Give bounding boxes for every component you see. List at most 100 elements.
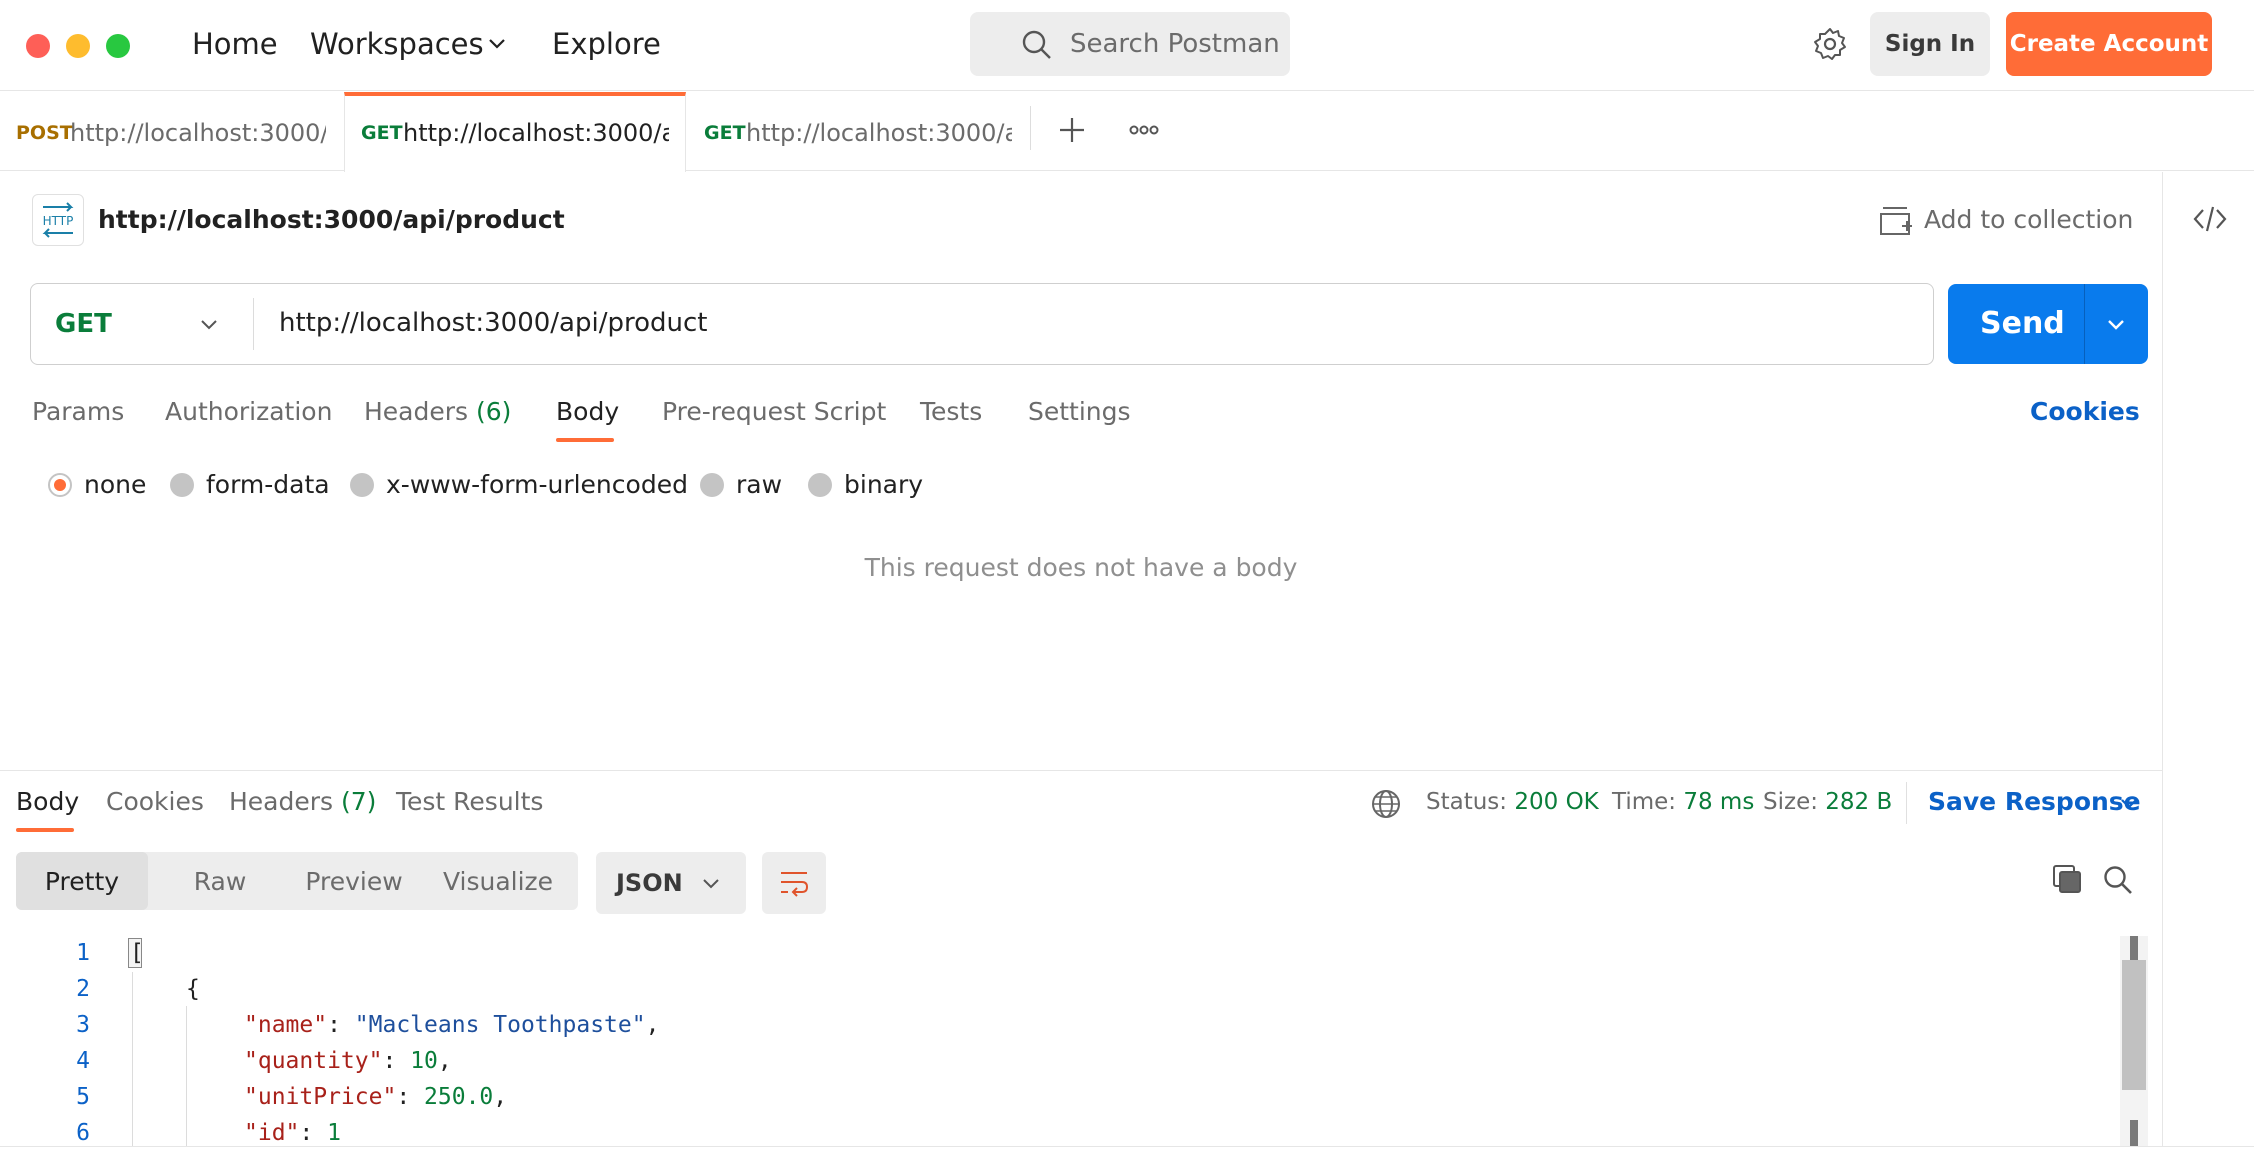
indent-guide [132, 972, 133, 1148]
json-key: "id" [244, 1120, 300, 1146]
chevron-down-icon[interactable] [197, 312, 221, 336]
url-separator [253, 298, 254, 350]
response-tab-headers[interactable]: Headers (7) [229, 786, 376, 818]
view-pretty[interactable]: Pretty [16, 852, 148, 910]
send-button[interactable]: Send [1948, 284, 2148, 364]
right-sidebar [2162, 172, 2254, 1166]
send-label: Send [1980, 306, 2065, 341]
search-icon [1022, 30, 1051, 59]
code-line[interactable]: "name": "Macleans Toothpaste", [244, 1010, 659, 1040]
send-separator [2084, 284, 2085, 364]
search-icon[interactable] [2102, 864, 2134, 896]
tab-method: POST [16, 122, 73, 144]
response-tab-test-results[interactable]: Test Results [396, 786, 543, 818]
tab-url: http://localhost:3000/api/ [746, 119, 1012, 147]
copy-icon[interactable] [2050, 862, 2084, 896]
close-window-button[interactable] [26, 34, 50, 58]
nav-home[interactable]: Home [192, 24, 278, 64]
code-line[interactable]: "unitPrice": 250.0, [244, 1082, 507, 1112]
method-select[interactable]: GET [55, 307, 112, 341]
globe-icon[interactable] [1370, 788, 1402, 820]
scrollbar-thumb[interactable] [2122, 960, 2146, 1090]
code-line[interactable]: "id": 1 [244, 1118, 341, 1148]
view-visualize[interactable]: Visualize [424, 852, 572, 910]
request-tab[interactable]: POST http://localhost:3000/api [0, 92, 340, 171]
search-input[interactable]: Search Postman [970, 12, 1290, 76]
view-preview[interactable]: Preview [288, 852, 420, 910]
json-number: 10 [410, 1048, 438, 1074]
response-time[interactable]: Time: 78 ms [1612, 786, 1754, 818]
save-response-button[interactable]: Save Response [1928, 786, 2141, 818]
sign-in-button[interactable]: Sign In [1870, 12, 1990, 76]
more-icon[interactable] [1128, 114, 1160, 146]
tab-tests[interactable]: Tests [920, 396, 982, 428]
json-number: 1 [327, 1120, 341, 1146]
request-title[interactable]: http://localhost:3000/api/product [98, 204, 565, 236]
time-label: Time: [1612, 789, 1677, 815]
tab-headers[interactable]: Headers (6) [364, 396, 511, 428]
request-tab-bar: POST http://localhost:3000/api GET http:… [0, 92, 2254, 172]
response-divider[interactable] [0, 770, 2162, 771]
view-raw[interactable]: Raw [156, 852, 284, 910]
indent-guide [186, 1006, 187, 1148]
code-line[interactable]: "quantity": 10, [244, 1046, 452, 1076]
tab-body[interactable]: Body [556, 396, 619, 428]
status-bar [0, 1146, 2254, 1166]
tab-divider [1030, 106, 1031, 150]
size-value: 282 B [1825, 789, 1893, 815]
tab-headers-label: Headers [364, 397, 469, 426]
radio-dot-selected [48, 473, 72, 497]
response-view-toggle: Pretty Raw Preview Visualize [16, 852, 578, 910]
radio-dot [700, 473, 724, 497]
format-select[interactable]: JSON [596, 852, 746, 914]
response-tab-body[interactable]: Body [16, 786, 79, 818]
status-label: Status: [1426, 789, 1508, 815]
gear-icon[interactable] [1812, 26, 1848, 62]
http-badge-text: HTTP [43, 214, 74, 228]
request-tab[interactable]: GET http://localhost:3000/api/ [688, 92, 1028, 171]
radio-label: none [84, 470, 147, 499]
chevron-down-icon[interactable] [2118, 792, 2140, 814]
line-number: 2 [76, 976, 90, 1002]
tab-params[interactable]: Params [32, 396, 124, 428]
zoom-window-button[interactable] [106, 34, 130, 58]
code-line[interactable]: [ [130, 938, 144, 968]
cookies-link[interactable]: Cookies [2030, 396, 2140, 428]
active-tab-indicator [16, 828, 74, 832]
line-number: 3 [76, 1012, 90, 1038]
create-account-button[interactable]: Create Account [2006, 12, 2212, 76]
radio-dot [350, 473, 374, 497]
json-key: "name" [244, 1012, 328, 1038]
nav-workspaces[interactable]: Workspaces [310, 24, 484, 64]
tab-url: http://localhost:3000/api [70, 119, 326, 147]
response-tab-cookies[interactable]: Cookies [106, 786, 204, 818]
add-to-collection-button[interactable]: Add to collection [1924, 204, 2133, 236]
nav-explore[interactable]: Explore [552, 24, 661, 64]
plus-icon[interactable] [1056, 114, 1088, 146]
request-tab-active[interactable]: GET http://localhost:3000/api/ [344, 92, 686, 172]
tab-authorization[interactable]: Authorization [165, 396, 332, 428]
json-key: "quantity" [244, 1048, 383, 1074]
url-bar: GET http://localhost:3000/api/product [30, 283, 1934, 365]
headers-count: (6) [476, 397, 512, 426]
response-size[interactable]: Size: 282 B [1763, 786, 1892, 818]
size-label: Size: [1763, 789, 1818, 815]
tab-pre-request-script[interactable]: Pre-request Script [662, 396, 886, 428]
line-number: 6 [76, 1120, 90, 1146]
tab-method: GET [704, 122, 746, 144]
code-line[interactable]: { [186, 974, 200, 1004]
line-number: 5 [76, 1084, 90, 1110]
response-headers-count: (7) [341, 787, 377, 816]
chevron-down-icon[interactable] [484, 30, 510, 56]
radio-label: raw [736, 470, 783, 499]
wrap-lines-button[interactable] [762, 852, 826, 914]
radio-label: form-data [206, 470, 330, 499]
line-number: 4 [76, 1048, 90, 1074]
minimize-window-button[interactable] [66, 34, 90, 58]
tab-settings[interactable]: Settings [1028, 396, 1131, 428]
response-status[interactable]: Status: 200 OK [1426, 786, 1599, 818]
add-collection-icon[interactable] [1878, 202, 1912, 238]
chevron-down-icon[interactable] [2102, 310, 2130, 338]
code-icon[interactable] [2193, 204, 2227, 234]
url-input[interactable]: http://localhost:3000/api/product [279, 306, 707, 340]
